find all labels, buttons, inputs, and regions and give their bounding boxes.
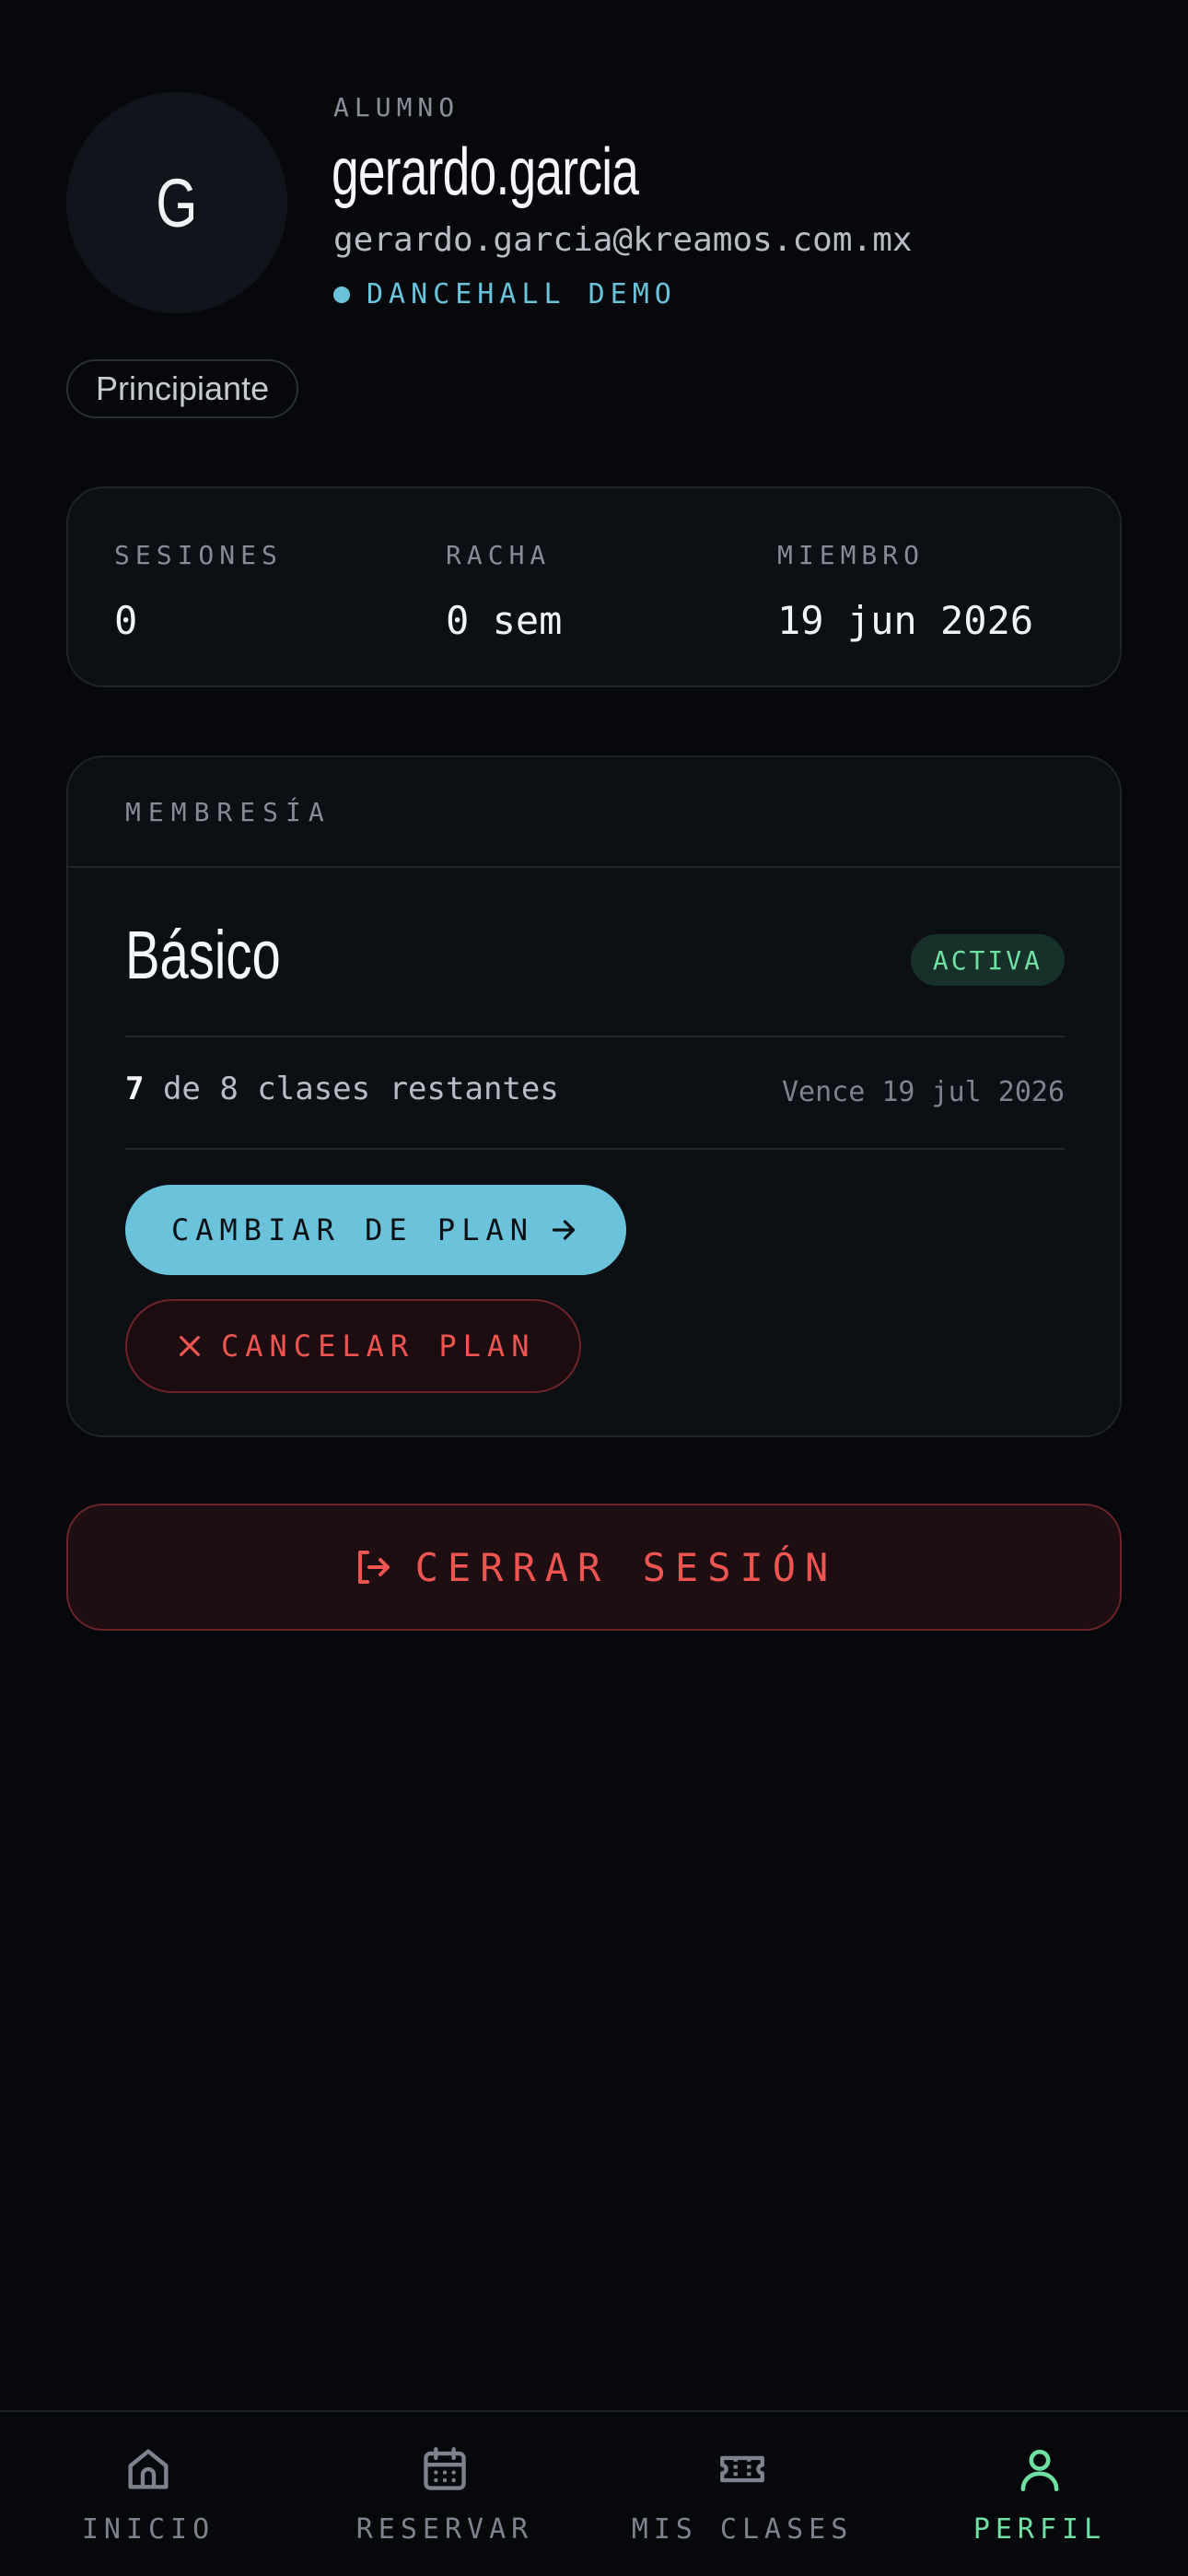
close-icon — [180, 1336, 200, 1356]
change-plan-button[interactable]: CAMBIAR DE PLAN — [125, 1185, 626, 1275]
logout-icon — [357, 1551, 390, 1584]
stat-label: MIEMBRO — [777, 540, 926, 570]
stat-sessions: SESIONES 0 — [114, 540, 283, 643]
logout-label: CERRAR SESIÓN — [414, 1544, 838, 1590]
classes-remaining-count: 7 — [125, 1071, 145, 1107]
studio-name: DANCEHALL DEMO — [367, 278, 677, 310]
plan-expiration: Vence 19 jul 2026 — [781, 1076, 1065, 1108]
stat-value: 0 sem — [446, 598, 563, 643]
classes-remaining-text: de 8 clases restantes — [144, 1071, 559, 1107]
ticket-icon — [720, 2455, 764, 2483]
user-icon — [1020, 2449, 1059, 2492]
nav-label: RESERVAR — [355, 2513, 534, 2546]
stat-value: 0 — [114, 598, 138, 643]
nav-item-mis-clases[interactable]: MIS CLASES — [594, 2440, 891, 2546]
stat-streak: RACHA 0 sem — [446, 540, 562, 643]
membership-card: MEMBRESÍA Básico ACTIVA 7 de 8 clases re… — [66, 755, 1122, 1437]
nav-label: MIS CLASES — [631, 2513, 854, 2546]
status-badge: ACTIVA — [910, 934, 1065, 986]
role-label: ALUMNO — [333, 92, 460, 123]
cancel-plan-label: CANCELAR PLAN — [221, 1329, 536, 1364]
avatar-initial: G — [156, 164, 198, 241]
nav-item-perfil[interactable]: PERFIL — [891, 2440, 1188, 2546]
change-plan-label: CAMBIAR DE PLAN — [171, 1212, 534, 1247]
calendar-icon — [424, 2447, 466, 2490]
nav-label: PERFIL — [973, 2513, 1107, 2546]
divider — [125, 1148, 1065, 1150]
plan-name: Básico — [125, 917, 281, 993]
divider — [125, 1036, 1065, 1037]
home-icon — [128, 2449, 169, 2489]
stat-value: 19 jun 2026 — [777, 598, 1034, 643]
nav-label: INICIO — [81, 2513, 215, 2546]
stat-member-since: MIEMBRO 19 jun 2026 — [777, 540, 1033, 643]
arrow-right-icon — [552, 1220, 576, 1240]
username: gerardo.garcia — [332, 135, 639, 209]
cancel-plan-button[interactable]: CANCELAR PLAN — [125, 1299, 582, 1393]
bottom-nav: INICIO RESERVAR MIS CLASES PERFIL — [0, 2410, 1188, 2576]
classes-remaining: 7 de 8 clases restantes — [125, 1071, 559, 1107]
stat-label: RACHA — [446, 540, 552, 570]
stat-label: SESIONES — [114, 540, 283, 570]
stats-card: SESIONES 0 RACHA 0 sem MIEMBRO 19 jun 20… — [66, 486, 1122, 687]
membership-section-label: MEMBRESÍA — [68, 757, 1120, 868]
nav-item-inicio[interactable]: INICIO — [0, 2440, 297, 2546]
user-email: gerardo.garcia@kreamos.com.mx — [333, 221, 913, 259]
nav-item-reservar[interactable]: RESERVAR — [297, 2440, 593, 2546]
level-badge: Principiante — [66, 359, 299, 418]
avatar: G — [66, 92, 287, 313]
logout-button[interactable]: CERRAR SESIÓN — [66, 1504, 1122, 1631]
studio-dot-icon — [333, 286, 350, 303]
studio-tag: DANCEHALL DEMO — [333, 278, 677, 310]
